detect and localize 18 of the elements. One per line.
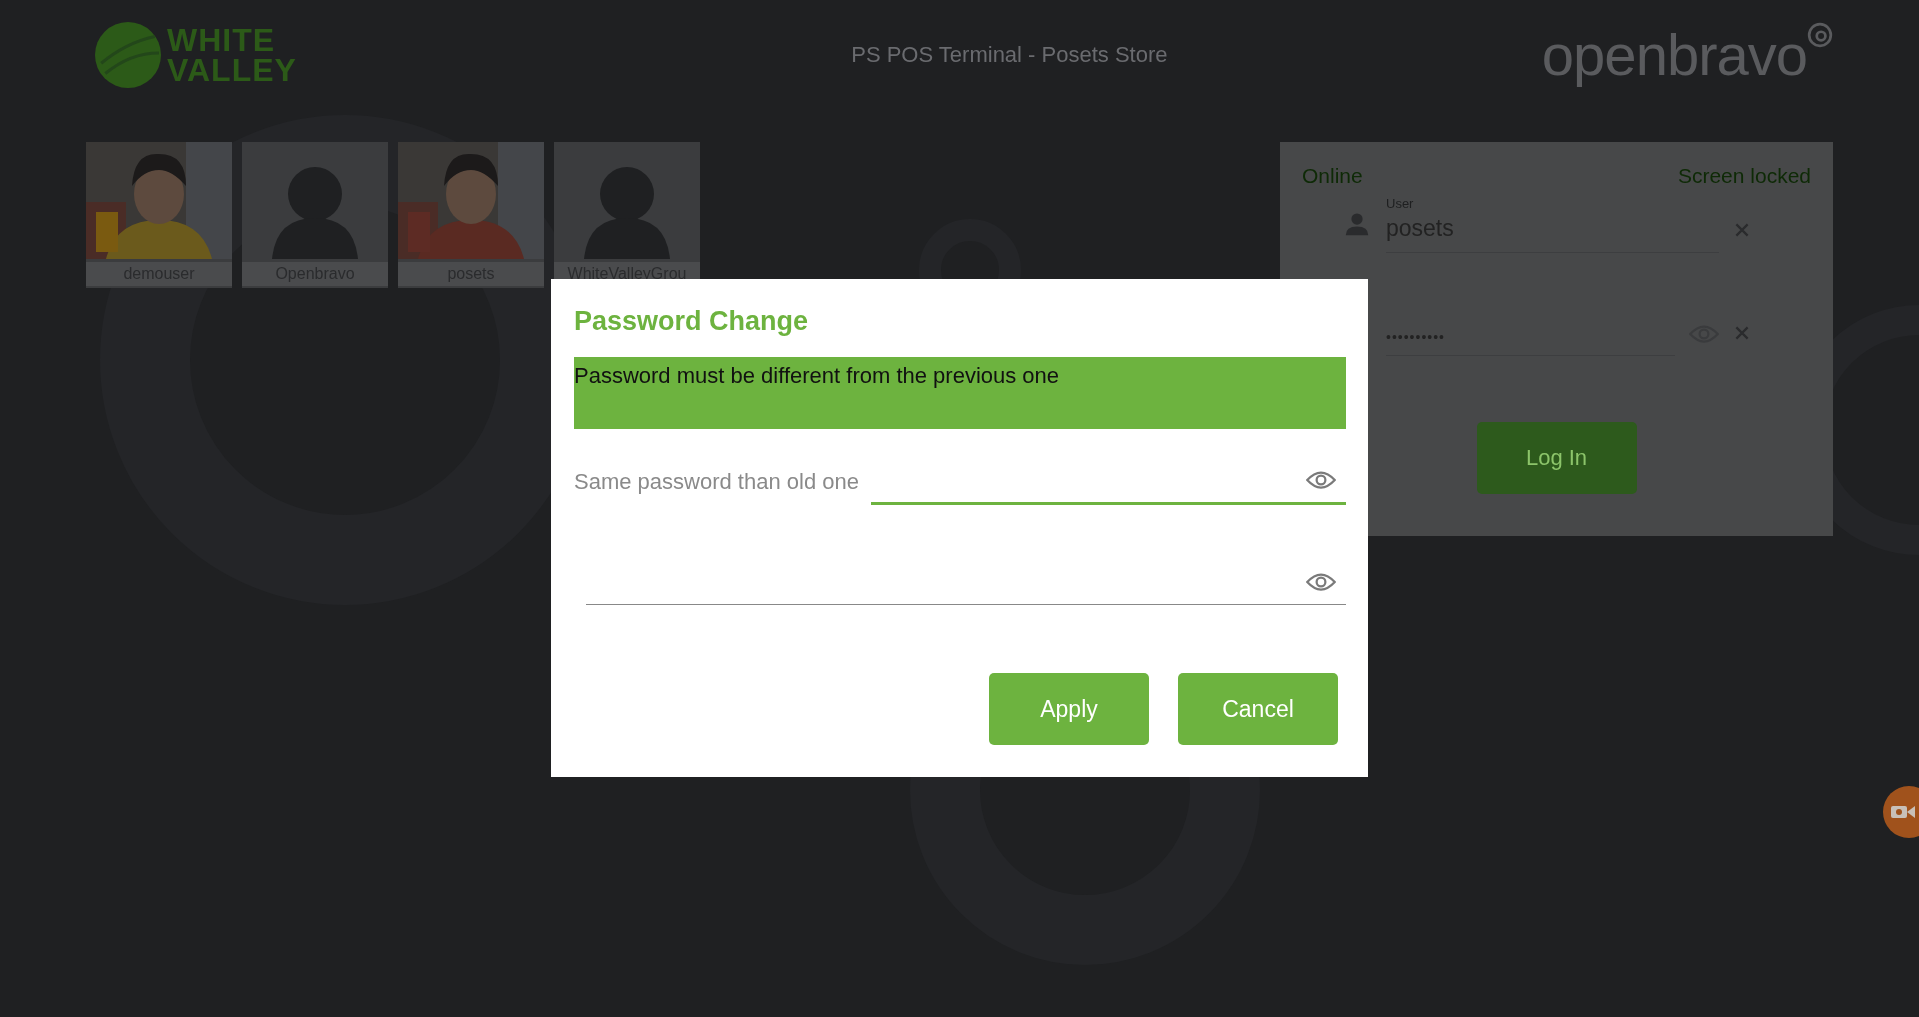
login-button[interactable]: Log In [1476, 422, 1637, 494]
logo-text: WHITE [167, 25, 277, 55]
video-camera-icon [1891, 804, 1915, 820]
terminal-title: PS POS Terminal - Posets Store [851, 42, 1168, 68]
password-field[interactable]: •••••••••• [1386, 253, 1675, 356]
brand-mark-icon [1807, 22, 1833, 48]
logo-text: VALLEY [167, 55, 297, 85]
logo-icon [95, 22, 161, 88]
lock-status: Screen locked [1677, 164, 1811, 188]
brand-logo-text: openbravo [1541, 22, 1807, 88]
field-label: Same password than old one [574, 469, 859, 496]
show-password-icon[interactable] [1306, 470, 1336, 490]
show-password-icon[interactable] [1306, 572, 1336, 592]
dialog-title: Password Change [574, 305, 810, 338]
connection-status: Online [1302, 164, 1363, 188]
dialog-button[interactable]: Apply [989, 673, 1149, 745]
error-message: Password must be different from the previous one [574, 363, 1060, 388]
dialog-button[interactable]: Cancel [1178, 673, 1338, 745]
